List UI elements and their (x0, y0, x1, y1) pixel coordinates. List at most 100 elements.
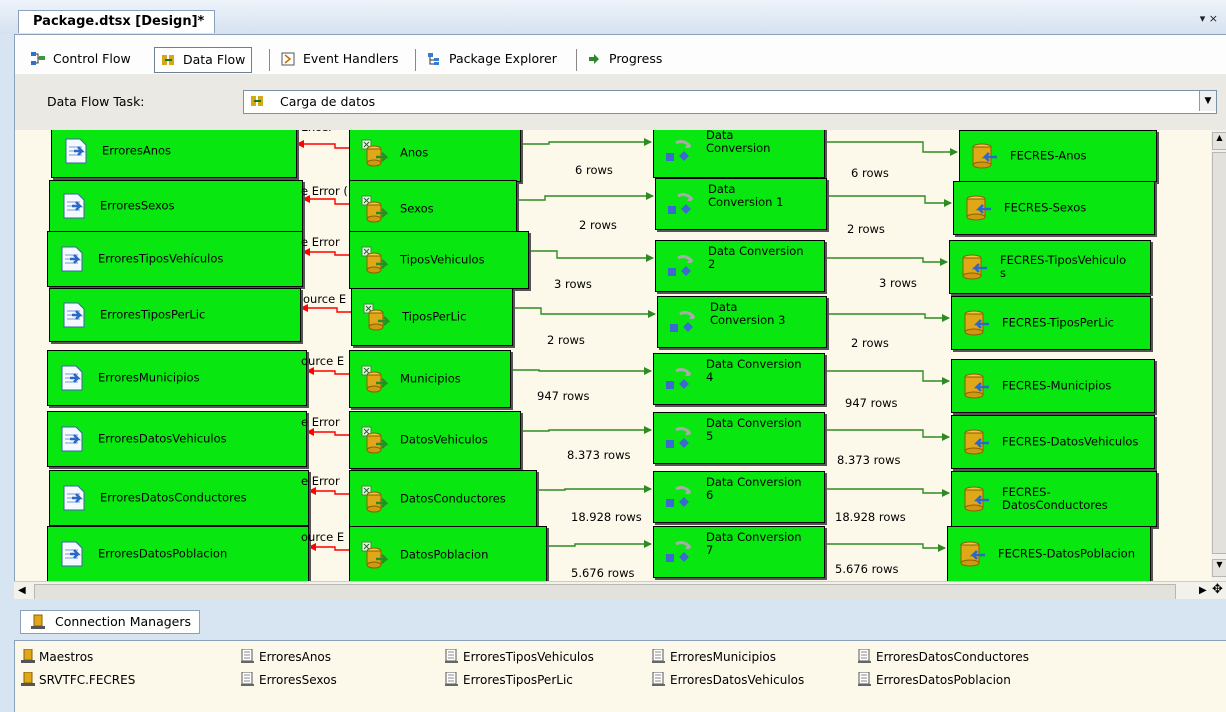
oledb-destination-node[interactable]: FECRES-TiposPerLic (951, 296, 1151, 350)
connection-manager-item[interactable]: ErroresDatosVehiculos (652, 672, 804, 688)
connection-manager-item[interactable]: ErroresDatosPoblacion (858, 672, 1011, 688)
connection-manager-item[interactable]: ErroresAnos (241, 649, 331, 665)
success-path[interactable] (527, 250, 653, 259)
oledb-destination-node[interactable]: FECRES-Anos (959, 130, 1157, 182)
success-path[interactable] (519, 141, 651, 145)
row-count-label: 3 rows (554, 277, 592, 291)
oledb-destination-node[interactable]: FECRES-DatosConductores (951, 471, 1157, 527)
scroll-down-icon[interactable]: ▼ (1212, 559, 1226, 577)
component-label: Data Conversion 4 (706, 357, 802, 384)
error-destination-node[interactable]: ErroresDatosVehiculos (47, 411, 307, 467)
flat-file-destination-icon (61, 541, 83, 567)
component-label: FECRES-TiposPerLic (1002, 315, 1115, 330)
excel-source-node[interactable]: Anos (349, 130, 521, 182)
excel-source-node[interactable]: TiposVehiculos (349, 231, 529, 289)
excel-source-icon (361, 485, 388, 513)
data-conversion-node[interactable]: Data Conversion 2 (655, 240, 825, 292)
error-destination-node[interactable]: ErroresTiposVehículos (47, 231, 303, 287)
scrollbar-thumb[interactable] (34, 584, 1176, 600)
success-path[interactable] (823, 429, 949, 438)
error-path[interactable] (299, 143, 349, 149)
connection-manager-item[interactable]: Maestros (21, 649, 93, 665)
connection-manager-item[interactable]: ErroresTiposVehiculos (445, 649, 594, 665)
oledb-destination-node[interactable]: FECRES-TiposVehiculo s (949, 240, 1151, 294)
error-path[interactable] (309, 431, 349, 436)
success-path[interactable] (511, 307, 655, 315)
oledb-destination-node[interactable]: FECRES-Sexos (953, 181, 1155, 235)
error-destination-node[interactable]: ErroresSexos (49, 180, 303, 232)
document-tab[interactable]: Package.dtsx [Design]* (18, 10, 216, 33)
data-conversion-node[interactable]: Data Conversion 3 (657, 296, 827, 348)
data-conversion-node[interactable]: Data Conversion 6 (653, 471, 825, 523)
scroll-right-icon[interactable]: ▶ (1199, 585, 1207, 596)
success-path[interactable] (823, 543, 945, 549)
error-destination-node[interactable]: ErroresDatosConductores (49, 470, 309, 526)
tab-control-flow[interactable]: Control Flow (25, 47, 131, 71)
error-path[interactable] (305, 198, 349, 205)
success-path[interactable] (515, 195, 653, 201)
navigator-icon[interactable]: ✥ (1212, 582, 1224, 598)
oledb-destination-node[interactable]: FECRES-Municipios (951, 359, 1155, 413)
error-path[interactable] (311, 546, 349, 551)
window-controls[interactable]: ▾ × (1200, 12, 1218, 25)
excel-source-node[interactable]: Municipios (349, 350, 511, 408)
success-path[interactable] (825, 195, 951, 204)
oledb-destination-node[interactable]: FECRES-DatosVehiculos (951, 415, 1155, 469)
error-path[interactable] (309, 370, 349, 375)
excel-source-node[interactable]: DatosVehiculos (349, 411, 521, 469)
data-conversion-node[interactable]: Data Conversion 5 (653, 412, 825, 464)
oledb-destination-node[interactable]: FECRES-DatosPoblacion (947, 526, 1151, 581)
data-conversion-node[interactable]: Data Conversion 4 (653, 353, 825, 405)
tab-data-flow[interactable]: Data Flow (154, 47, 253, 73)
excel-source-node[interactable]: DatosConductores (349, 470, 537, 528)
vertical-scrollbar[interactable]: ▲ ▼ (1211, 130, 1226, 581)
connection-manager-item[interactable]: SRVTFC.FECRES (21, 672, 135, 688)
success-path[interactable] (545, 543, 651, 547)
error-destination-node[interactable]: ErroresMunicipios (47, 350, 307, 406)
connection-manager-item[interactable]: ErroresMunicipios (652, 649, 776, 665)
success-path[interactable] (823, 141, 957, 153)
data-conversion-node[interactable]: Data Conversion (653, 130, 825, 178)
oledb-connection-icon (21, 649, 35, 663)
success-path[interactable] (825, 313, 949, 319)
connection-manager-item[interactable]: ErroresTiposPerLic (445, 672, 573, 688)
success-path[interactable] (519, 429, 651, 432)
tab-package-explorer[interactable]: Package Explorer (421, 47, 557, 71)
connection-managers-tab[interactable]: Connection Managers (20, 610, 201, 634)
success-path[interactable] (823, 257, 947, 263)
panel-splitter[interactable] (0, 599, 1226, 610)
excel-source-node[interactable]: DatosPoblacion (349, 526, 547, 581)
data-flow-canvas[interactable]: ErroresAnos Anos Excel DataConversion FECRES… (14, 130, 1212, 581)
success-path[interactable] (823, 370, 949, 382)
tab-separator (415, 49, 416, 71)
horizontal-scrollbar[interactable]: ◀ ▶ ✥ (14, 581, 1226, 600)
scroll-up-icon[interactable]: ▲ (1212, 132, 1226, 150)
connection-manager-item[interactable]: ErroresSexos (241, 672, 337, 688)
tab-progress[interactable]: Progress (581, 47, 662, 71)
data-flow-task-select[interactable]: Carga de datos ▼ (243, 90, 1217, 114)
error-destination-node[interactable]: ErroresDatosPoblacion (47, 526, 309, 581)
oledb-destination-icon (972, 143, 997, 169)
row-count-label: 2 rows (851, 336, 889, 350)
oledb-destination-icon (964, 310, 989, 336)
excel-source-node[interactable]: TiposPerLic (351, 288, 513, 346)
error-path[interactable] (303, 307, 351, 313)
scrollbar-thumb[interactable] (1212, 152, 1226, 554)
success-path[interactable] (535, 488, 651, 491)
scroll-left-icon[interactable]: ◀ (18, 585, 26, 596)
path-arrowhead (942, 314, 950, 322)
data-conversion-node[interactable]: Data Conversion 7 (653, 526, 825, 578)
tab-event-handlers[interactable]: Event Handlers (275, 47, 399, 71)
connection-manager-item[interactable]: ErroresDatosConductores (858, 649, 1029, 665)
error-destination-node[interactable]: ErroresAnos (51, 130, 297, 178)
error-path[interactable] (311, 490, 349, 495)
oledb-destination-icon (964, 486, 989, 512)
success-path[interactable] (509, 369, 651, 372)
excel-source-node[interactable]: Sexos (349, 180, 517, 238)
chevron-down-icon[interactable]: ▼ (1199, 91, 1216, 111)
progress-arrow-icon (589, 54, 599, 64)
data-conversion-node[interactable]: Data Conversion 1 (655, 178, 827, 230)
error-destination-node[interactable]: ErroresTiposPerLic (49, 288, 301, 342)
success-path[interactable] (823, 488, 949, 494)
error-path[interactable] (305, 251, 349, 256)
